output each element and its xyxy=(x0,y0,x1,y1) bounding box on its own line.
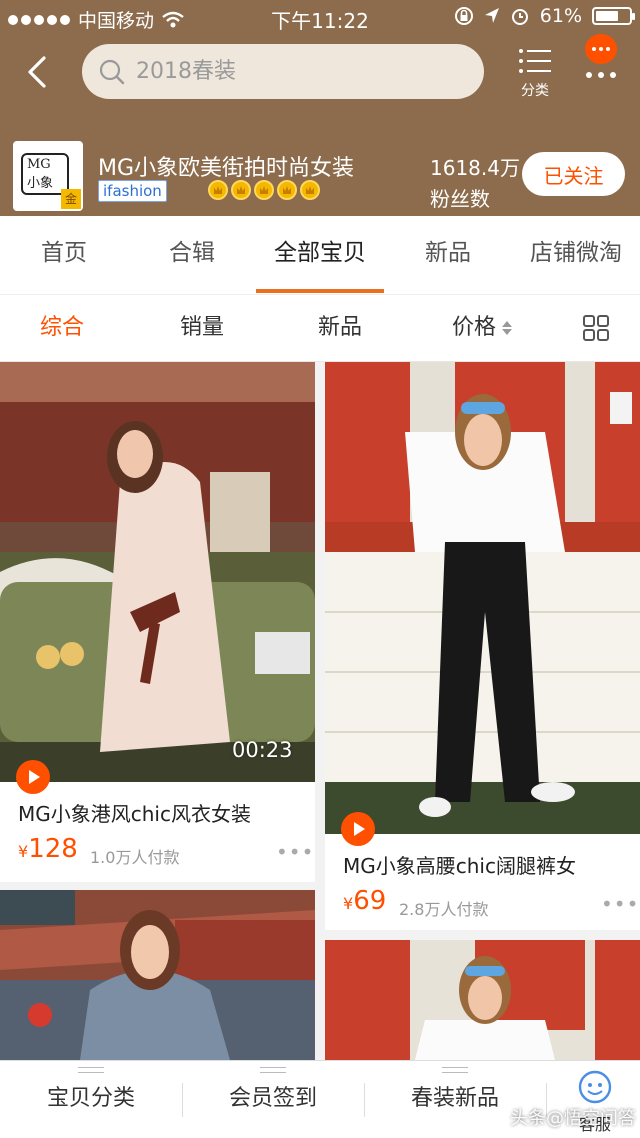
price-value: 128 xyxy=(28,834,78,864)
product-card[interactable] xyxy=(325,940,640,1060)
handle-icon xyxy=(78,1067,104,1073)
sort-default[interactable]: 综合 xyxy=(40,295,84,361)
sort-arrows-icon xyxy=(502,321,513,335)
sort-sales[interactable]: 销量 xyxy=(180,295,224,361)
tab-collections[interactable]: 合辑 xyxy=(128,216,256,294)
handle-icon xyxy=(442,1067,468,1073)
category-label: 分类 xyxy=(521,83,549,99)
bottom-item-categories[interactable]: 宝贝分类 xyxy=(0,1061,182,1138)
sort-price[interactable]: 价格 xyxy=(452,295,513,361)
category-button[interactable]: 分类 xyxy=(512,48,558,100)
handle-icon xyxy=(260,1067,286,1073)
more-options-icon[interactable]: ••• xyxy=(276,840,314,864)
battery-icon xyxy=(592,7,635,25)
price-value: 69 xyxy=(353,886,387,916)
product-card[interactable]: MG小象高腰chic阔腿裤女 ¥69 2.8万人付款 ••• xyxy=(325,362,640,930)
sort-new[interactable]: 新品 xyxy=(318,295,362,361)
watermark-text: 头条@悟空问答 xyxy=(510,1108,636,1129)
gold-seller-icon: 金 xyxy=(61,189,81,209)
store-info: MG 小象 金 MG小象欧美街拍时尚女装 ifashion 1618.4万 粉丝… xyxy=(0,136,640,216)
sort-bar: 综合 销量 新品 价格 xyxy=(0,294,640,362)
product-card[interactable] xyxy=(0,890,315,1060)
product-image[interactable] xyxy=(325,940,640,1060)
follow-button[interactable]: 已关注 xyxy=(522,152,625,196)
more-icon xyxy=(586,72,616,78)
product-image[interactable] xyxy=(0,890,315,1060)
product-image[interactable] xyxy=(0,362,315,782)
fans-info: 1618.4万 粉丝数 xyxy=(430,152,520,212)
search-input[interactable] xyxy=(136,54,466,88)
store-logo[interactable]: MG 小象 金 xyxy=(13,141,83,211)
message-badge xyxy=(585,34,617,64)
product-title[interactable]: MG小象高腰chic阔腿裤女 xyxy=(343,850,576,879)
fans-label: 粉丝数 xyxy=(430,187,490,211)
sold-count: 2.8万人付款 xyxy=(399,900,489,919)
crown-icon xyxy=(231,180,251,200)
grid-view-icon[interactable] xyxy=(583,315,609,341)
crown-icon xyxy=(208,180,228,200)
bottom-item-label: 会员签到 xyxy=(228,1086,317,1111)
active-tab-indicator xyxy=(256,289,384,293)
product-image[interactable] xyxy=(325,362,640,834)
store-tabs: 首页 合辑 全部宝贝 新品 店铺微淘 xyxy=(0,216,640,294)
battery-percent: 61% xyxy=(539,5,582,27)
status-right: 61% xyxy=(454,5,635,27)
crown-icon xyxy=(254,180,274,200)
product-price: ¥69 xyxy=(343,886,386,916)
crown-icon xyxy=(300,180,320,200)
sold-count: 1.0万人付款 xyxy=(90,848,180,867)
ifashion-badge: ifashion xyxy=(98,180,167,202)
bottom-item-label: 宝贝分类 xyxy=(46,1086,135,1111)
list-icon xyxy=(519,49,551,73)
currency-symbol: ¥ xyxy=(343,894,354,913)
video-duration: 00:23 xyxy=(232,738,293,762)
more-options-icon[interactable]: ••• xyxy=(601,892,639,916)
bottom-item-checkin[interactable]: 会员签到 xyxy=(182,1061,364,1138)
tab-all-items[interactable]: 全部宝贝 xyxy=(256,216,384,294)
tab-home[interactable]: 首页 xyxy=(0,216,128,294)
search-icon xyxy=(99,59,125,85)
sort-price-label: 价格 xyxy=(452,315,497,340)
search-bar[interactable] xyxy=(82,44,484,99)
tab-new[interactable]: 新品 xyxy=(384,216,512,294)
video-play-icon[interactable] xyxy=(341,812,375,846)
crown-icon xyxy=(277,180,297,200)
product-card[interactable]: 00:23 MG小象港风chic风衣女装 ¥128 1.0万人付款 ••• xyxy=(0,362,315,882)
video-play-icon[interactable] xyxy=(16,760,50,794)
status-bar: 中国移动 下午11:22 61% xyxy=(0,0,640,36)
currency-symbol: ¥ xyxy=(18,842,29,861)
store-name: MG小象欧美街拍时尚女装 xyxy=(98,156,355,181)
tab-feed[interactable]: 店铺微淘 xyxy=(512,216,640,294)
product-title[interactable]: MG小象港风chic风衣女装 xyxy=(18,798,251,827)
more-menu-button[interactable] xyxy=(582,34,622,90)
rotation-lock-icon xyxy=(454,7,473,25)
location-icon xyxy=(484,8,499,23)
store-header: 中国移动 下午11:22 61% 2018春装 分类 MG 小象 金 MG小象欧… xyxy=(0,0,640,216)
product-price: ¥128 xyxy=(18,834,78,864)
fans-count: 1618.4万 xyxy=(430,156,520,180)
logo-text: MG 小象 xyxy=(27,157,54,191)
bottom-item-label: 春装新品 xyxy=(410,1086,499,1111)
service-icon xyxy=(578,1070,612,1104)
back-icon[interactable] xyxy=(20,52,60,92)
alarm-icon xyxy=(511,9,528,25)
crown-rating xyxy=(208,180,320,200)
